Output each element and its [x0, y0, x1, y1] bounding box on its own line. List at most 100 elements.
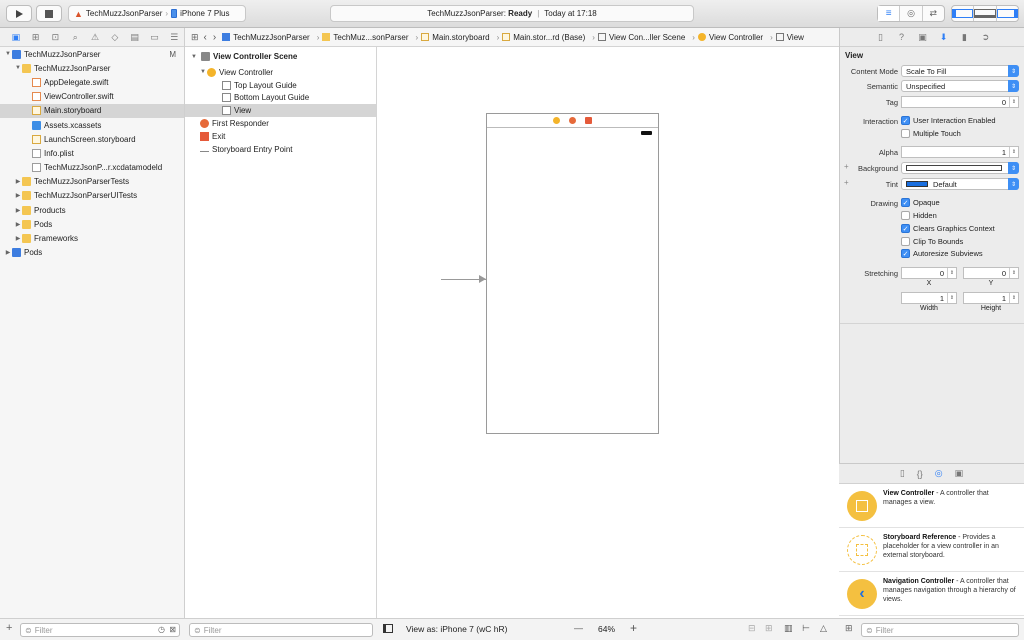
stretch-height-field[interactable]: 1 ⇕ [963, 292, 1019, 304]
outline-item[interactable]: Storyboard Entry Point [185, 143, 376, 156]
stepper-icon[interactable]: ⇕ [947, 268, 956, 278]
library-filter-input[interactable]: ⊜ Filter [861, 623, 1019, 637]
stretch-x-field[interactable]: 0 ⇕ [901, 267, 957, 279]
file-tree-item[interactable]: AppDelegate.swift [0, 75, 184, 89]
related-items-icon[interactable]: ⊞ [191, 32, 199, 43]
embed-icon[interactable]: ⊟ [748, 623, 756, 634]
add-icon[interactable]: + [6, 622, 12, 634]
file-tree-item[interactable]: Info.plist [0, 146, 184, 160]
assistant-editor-button[interactable]: ◎ [900, 6, 923, 21]
find-tab-icon[interactable]: ⌕ [65, 32, 85, 43]
source-control-tab-icon[interactable]: ⊞ [26, 32, 46, 43]
file-tree-item[interactable]: ▼ TechMuzzJsonParser [0, 61, 184, 75]
outline-item[interactable]: Bottom Layout Guide [185, 92, 376, 105]
content-mode-popup[interactable]: Scale To Fill ⇕ [901, 65, 1019, 77]
report-tab-icon[interactable]: ☰ [164, 32, 184, 43]
scene-header[interactable]: ▼ View Controller Scene [185, 47, 376, 66]
stepper-icon[interactable]: ⇕ [947, 293, 956, 303]
zoom-out-button[interactable]: — [574, 623, 583, 633]
disclosure-open-icon[interactable]: ▼ [199, 69, 207, 75]
breadcrumb-item[interactable]: Main.stor...rd (Base) [502, 33, 585, 42]
outline-item[interactable]: First Responder [185, 117, 376, 130]
attributes-inspector-icon[interactable]: ⬇ [933, 32, 954, 43]
outline-toggle-icon[interactable] [383, 624, 393, 633]
semantic-popup[interactable]: Unspecified ⇕ [901, 80, 1019, 92]
breadcrumb-item[interactable]: Main.storyboard [421, 33, 490, 42]
size-inspector-icon[interactable]: ▮ [954, 32, 975, 43]
file-inspector-icon[interactable]: ▯ [870, 32, 891, 43]
stack-icon[interactable]: ▥ [784, 623, 793, 634]
code-snippet-icon[interactable]: {} [917, 469, 923, 479]
autoresize-checkbox[interactable]: ✓ Autoresize Subviews [901, 249, 983, 258]
disclosure-closed-icon[interactable]: ▶ [14, 192, 22, 199]
disclosure-open-icon[interactable]: ▼ [190, 54, 198, 60]
file-tree-item[interactable]: ViewController.swift [0, 90, 184, 104]
outline-item[interactable]: Exit [185, 130, 376, 143]
scm-filter-icon[interactable]: ⊠ [169, 625, 176, 634]
view-controller-scene[interactable] [486, 113, 659, 434]
file-tree-item[interactable]: ▶ Products [0, 203, 184, 217]
disclosure-closed-icon[interactable]: ▶ [14, 235, 22, 242]
test-tab-icon[interactable]: ◇ [105, 32, 125, 43]
pin-icon[interactable]: ⊢ [802, 623, 810, 634]
file-tree-item[interactable]: ▶ Pods [0, 217, 184, 231]
file-tree-item[interactable]: Main.storyboard [0, 103, 184, 118]
breadcrumb-item[interactable]: View Controller [697, 33, 763, 42]
navigator-filter-input[interactable]: ⊜ Filter ◷ ⊠ [20, 623, 180, 637]
issue-tab-icon[interactable]: ⚠ [85, 32, 105, 43]
zoom-in-button[interactable]: + [630, 621, 637, 635]
file-tree-item[interactable]: ▶ TechMuzzJsonParserUITests [0, 189, 184, 203]
breadcrumb-item[interactable]: TechMuz...sonParser [322, 33, 409, 42]
breadcrumb-item[interactable]: View [775, 33, 804, 42]
connections-inspector-icon[interactable]: ➲ [975, 32, 996, 43]
view-as-label[interactable]: View as: iPhone 7 (wC hR) [406, 624, 507, 634]
toggle-navigator-button[interactable] [952, 6, 975, 21]
disclosure-closed-icon[interactable]: ▶ [4, 249, 12, 256]
hidden-checkbox[interactable]: Hidden [901, 211, 937, 220]
version-editor-button[interactable]: ⇄ [923, 6, 944, 21]
tint-popup[interactable]: Default ⇕ [901, 178, 1019, 190]
file-tree-item[interactable]: ▶ Frameworks [0, 231, 184, 245]
folder-tab-icon[interactable]: ▣ [6, 32, 26, 43]
user-interaction-checkbox[interactable]: ✓ User Interaction Enabled [901, 116, 996, 125]
background-popup[interactable]: ⇕ [901, 162, 1019, 174]
file-tree-item[interactable]: ▶ Pods [0, 246, 184, 260]
clears-graphics-checkbox[interactable]: ✓ Clears Graphics Context [901, 224, 995, 233]
back-icon[interactable]: ‹ [204, 32, 207, 43]
view-controller-icon[interactable] [553, 117, 560, 124]
disclosure-closed-icon[interactable]: ▶ [14, 207, 22, 214]
forward-icon[interactable]: › [213, 32, 216, 43]
run-button[interactable] [6, 5, 32, 22]
file-tree-item[interactable]: Assets.xcassets [0, 118, 184, 132]
stop-button[interactable] [36, 5, 62, 22]
stepper-icon[interactable]: ⇕ [1009, 97, 1018, 107]
debug-tab-icon[interactable]: ▤ [125, 32, 145, 43]
opaque-checkbox[interactable]: ✓ Opaque [901, 198, 940, 207]
breadcrumb-item[interactable]: TechMuzzJsonParser [222, 33, 310, 42]
help-inspector-icon[interactable]: ? [891, 32, 912, 42]
recent-icon[interactable]: ◷ [158, 625, 165, 634]
stepper-icon[interactable]: ⇕ [1009, 147, 1018, 157]
grid-view-icon[interactable]: ⊞ [845, 623, 853, 634]
multiple-touch-checkbox[interactable]: Multiple Touch [901, 129, 961, 138]
storyboard-canvas[interactable]: View as: iPhone 7 (wC hR) — 64% + ⊟ ⊞ ▥ … [377, 47, 839, 640]
disclosure-open-icon[interactable]: ▼ [14, 65, 22, 71]
file-tree-item[interactable]: LaunchScreen.storyboard [0, 132, 184, 146]
library-item[interactable]: ‹ Navigation Controller - A controller th… [839, 572, 1024, 616]
outline-filter-input[interactable]: ⊜ Filter [189, 623, 373, 637]
clip-bounds-checkbox[interactable]: Clip To Bounds [901, 237, 963, 246]
file-tree-item[interactable]: ▶ TechMuzzJsonParserTests [0, 175, 184, 189]
file-tree-item[interactable]: ▼ TechMuzzJsonParser M [0, 47, 184, 61]
alpha-field[interactable]: 1 ⇕ [901, 146, 1019, 158]
exit-icon[interactable] [585, 117, 592, 124]
file-template-icon[interactable]: ▯ [900, 468, 905, 479]
toggle-utilities-button[interactable] [996, 6, 1018, 21]
disclosure-closed-icon[interactable]: ▶ [14, 178, 22, 185]
library-item[interactable]: Storyboard Reference - Provides a placeh… [839, 528, 1024, 572]
breakpoint-tab-icon[interactable]: ▭ [144, 32, 164, 43]
breadcrumb-item[interactable]: View Con...ller Scene [597, 33, 685, 42]
disclosure-closed-icon[interactable]: ▶ [14, 221, 22, 228]
standard-editor-button[interactable]: ≡ [878, 6, 901, 21]
align-icon[interactable]: ⊞ [765, 623, 773, 634]
toggle-debug-button[interactable] [974, 6, 997, 21]
